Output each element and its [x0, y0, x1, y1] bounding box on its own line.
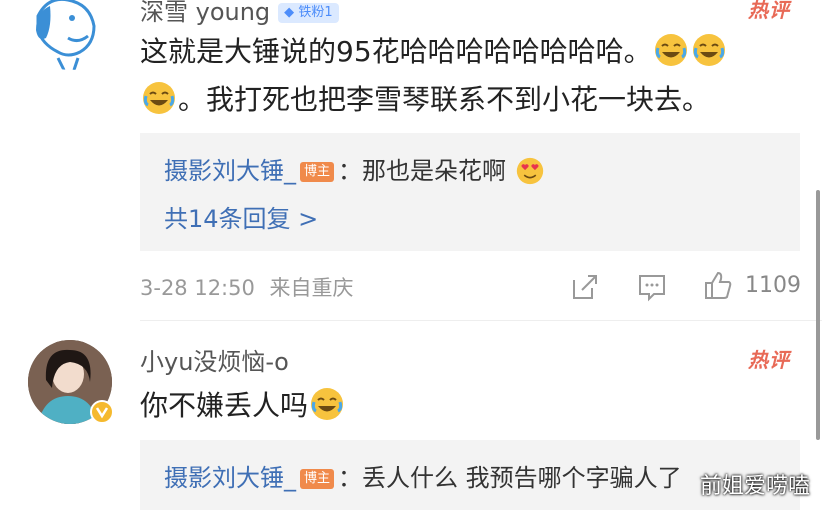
comment-date: 3-28 12:50 [140, 276, 255, 300]
like-icon[interactable] [703, 270, 733, 300]
laugh-cry-emoji-icon [654, 34, 687, 66]
blogger-badge: 博主 [300, 469, 335, 489]
verified-badge-icon [90, 400, 114, 424]
comment-item: 小yu没烦恼-o 热评 你不嫌丢人吗 摄影刘大锤_ 博主 ：丢人什么 我预告哪个字骗… [0, 320, 822, 510]
reply-username[interactable]: 摄影刘大锤_ [164, 464, 296, 492]
avatar[interactable] [28, 0, 112, 70]
laugh-cry-emoji-icon [143, 82, 175, 114]
hot-comment-tag: 热评 [748, 0, 790, 22]
reply-line: 摄影刘大锤_ 博主 ：那也是朵花啊 [164, 151, 546, 186]
comment-text-part2: 。我打死也把李雪琴联系不到小花一块去。 [178, 83, 711, 116]
watermark: 前姐爱唠嗑 [699, 474, 810, 499]
comment-text: 你不嫌丢人吗 [140, 382, 346, 430]
comment-text-part1: 这就是大锤说的95花哈哈哈哈哈哈哈哈。 [140, 35, 652, 68]
blogger-badge: 博主 [300, 162, 335, 182]
comment-icon[interactable] [637, 272, 667, 302]
comment-item: 深雪 young ◆ 铁粉1 热评 这就是大锤说的95花哈哈哈哈哈哈哈哈。 。我打… [0, 0, 822, 320]
comment-text: 这就是大锤说的95花哈哈哈哈哈哈哈哈。 。我打死也把李雪琴联系不到小花一块去。 [140, 28, 800, 124]
more-replies-link[interactable]: 共14条回复 > [164, 199, 318, 234]
username-text: 深雪 young [140, 0, 271, 26]
reply-username[interactable]: 摄影刘大锤_ [164, 157, 296, 185]
laugh-cry-emoji-icon [311, 388, 344, 420]
heart-eyes-emoji-icon [516, 157, 543, 185]
snoopy-avatar-icon [28, 0, 112, 70]
reply-text: ：那也是朵花啊 [338, 157, 507, 185]
share-icon[interactable] [570, 272, 600, 302]
reply-text: ：丢人什么 我预告哪个字骗人了 [338, 464, 682, 492]
like-count: 1109 [745, 273, 801, 298]
laugh-cry-emoji-icon [692, 34, 725, 66]
reply-box[interactable]: 摄影刘大锤_ 博主 ：那也是朵花啊 共14条回复 > [140, 133, 800, 251]
comment-location: 来自重庆 [269, 276, 354, 300]
fan-badge: ◆ 铁粉1 [278, 3, 339, 23]
hot-comment-tag: 热评 [748, 348, 790, 372]
reply-line: 摄影刘大锤_ 博主 ：丢人什么 我预告哪个字骗人了 [164, 458, 682, 493]
scrollbar[interactable] [816, 190, 820, 440]
username[interactable]: 小yu没烦恼-o [140, 342, 289, 377]
username[interactable]: 深雪 young ◆ 铁粉1 [140, 0, 339, 27]
fan-badge-label: 铁粉1 [298, 5, 333, 20]
comment-meta: 3-28 12:50 来自重庆 [140, 272, 354, 302]
comment-text-body: 你不嫌丢人吗 [140, 389, 309, 422]
